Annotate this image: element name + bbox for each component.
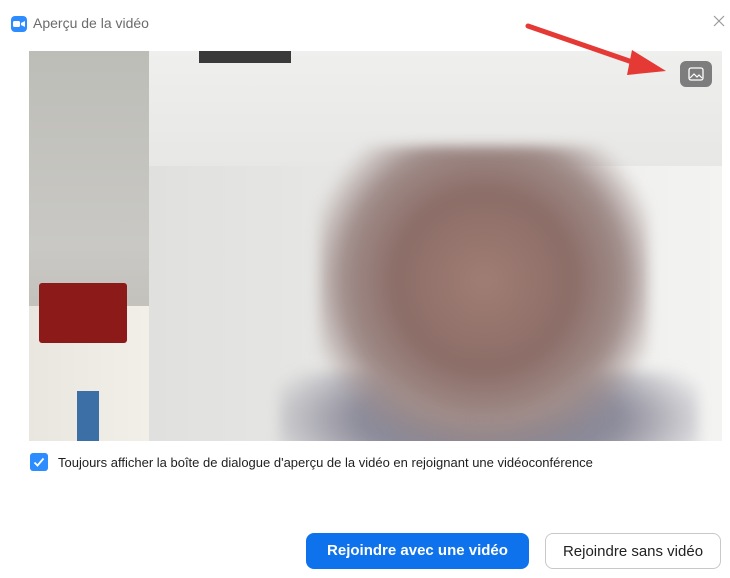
join-with-video-button[interactable]: Rejoindre avec une vidéo bbox=[306, 533, 529, 569]
window-title: Aperçu de la vidéo bbox=[33, 15, 149, 31]
close-icon[interactable] bbox=[712, 14, 726, 28]
image-icon[interactable] bbox=[680, 61, 712, 87]
annotation-arrow-icon bbox=[525, 23, 666, 75]
join-without-video-button[interactable]: Rejoindre sans vidéo bbox=[545, 533, 721, 569]
always-show-preview-label: Toujours afficher la boîte de dialogue d… bbox=[58, 455, 593, 470]
always-show-preview-checkbox[interactable] bbox=[30, 453, 48, 471]
blurred-person bbox=[319, 146, 649, 441]
ceiling-vent bbox=[199, 51, 291, 63]
video-preview bbox=[29, 51, 722, 441]
zoom-video-icon bbox=[11, 16, 27, 32]
